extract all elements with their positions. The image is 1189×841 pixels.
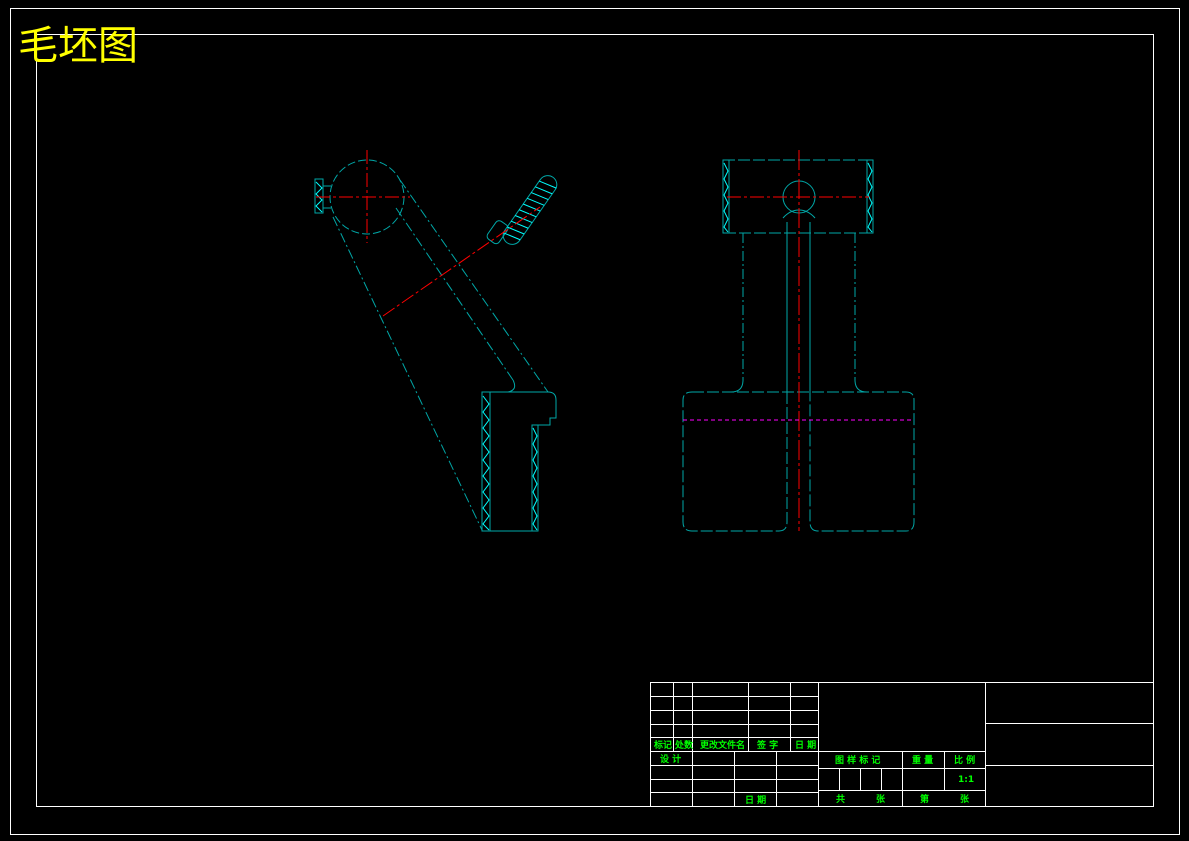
rev-header-doc: 更改文件名 [700,739,745,751]
stage-mark-label: 图 样 标 记 [835,754,880,766]
scale-label: 比 例 [954,754,975,766]
sheet-no-label: 第 [920,793,929,805]
outer-frame [10,8,1180,835]
arm-inner-edge [399,179,549,393]
scale-value: 1:1 [958,775,974,785]
title-block-text: 标记 处数 更改文件名 签 字 日 期 设 计 日 期 图 样 标 记 重 量 … [653,739,975,806]
rev-header-date: 日 期 [795,739,816,751]
weight-label: 重 量 [912,754,933,766]
boss-tab [314,178,324,214]
sheet-no-unit: 张 [960,793,970,805]
left-center-lines [316,150,541,317]
t-handle [502,175,558,245]
foot-block [481,391,557,532]
drawing-title: 毛坯图 [18,23,138,69]
right-center-lines [683,150,914,531]
rev-header-count: 处数 [674,739,694,751]
left-view [314,159,558,532]
rev-header-sign: 签 字 [756,739,778,751]
rev-header-mark: 标记 [653,739,672,751]
sheets-total-label: 共 [836,793,845,805]
date-label: 日 期 [745,794,766,806]
design-label: 设 计 [660,753,681,765]
cad-drawing-sheet: 毛坯图 标记 处数 更改文件名 签 字 日 期 设 计 日 期 图 样 标 记 … [10,8,1180,835]
sheets-total-unit: 张 [876,793,886,805]
arm-outer-edge [332,216,483,531]
